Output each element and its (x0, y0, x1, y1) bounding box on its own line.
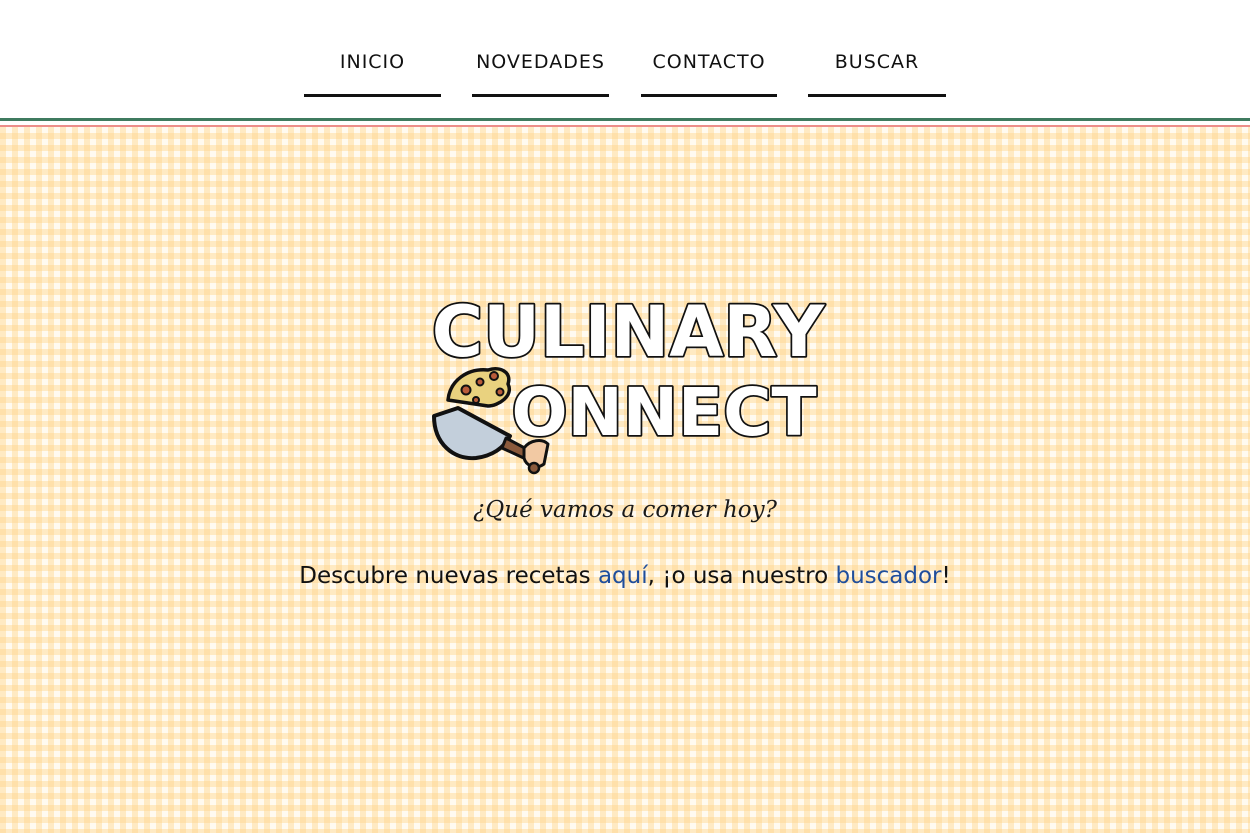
hero-cta-text: Descubre nuevas recetas aquí, ¡o usa nue… (0, 563, 1250, 589)
culinary-connect-logo: CULINARY ONNECT (428, 288, 828, 483)
nav-item-novedades[interactable]: NOVEDADES (472, 48, 609, 97)
cta-prefix: Descubre nuevas recetas (299, 563, 598, 589)
search-link[interactable]: buscador (835, 563, 941, 589)
cta-suffix: ! (941, 563, 951, 589)
logo-graphic: CULINARY ONNECT (430, 289, 827, 475)
nav-item-contacto[interactable]: CONTACTO (641, 48, 777, 97)
nav-item-buscar[interactable]: BUSCAR (808, 48, 946, 97)
logo-text-line2: ONNECT (511, 374, 816, 451)
recipes-link[interactable]: aquí (598, 563, 648, 589)
top-navigation: INICIO NOVEDADES CONTACTO BUSCAR (0, 0, 1250, 118)
logo-text-line1: CULINARY (432, 291, 826, 373)
cta-middle: , ¡o usa nuestro (647, 563, 836, 589)
nav-item-inicio[interactable]: INICIO (304, 48, 441, 97)
hero-tagline: ¿Qué vamos a comer hoy? (473, 497, 777, 523)
